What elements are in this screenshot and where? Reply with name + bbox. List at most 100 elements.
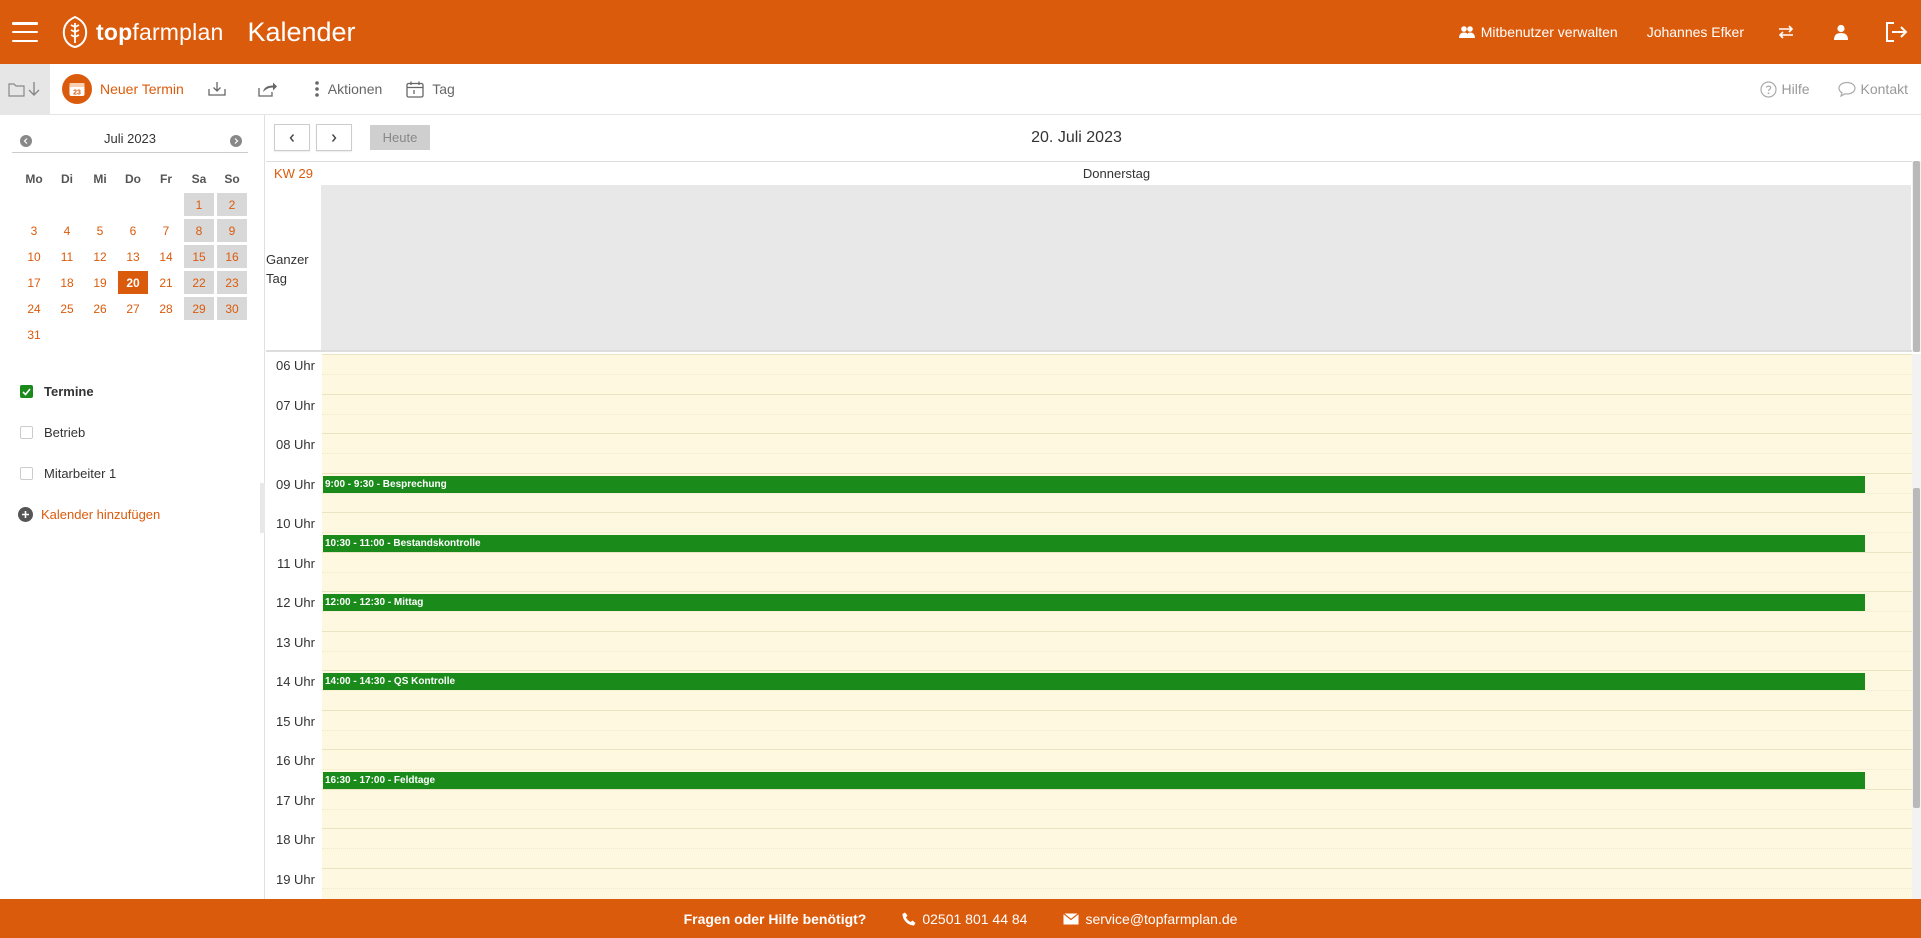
mini-day[interactable]: 9 [217,219,247,242]
view-day-button[interactable]: Tag [406,81,455,98]
checkbox-checked-icon[interactable] [20,385,33,398]
mini-day[interactable]: 27 [118,297,148,320]
mini-day[interactable]: 12 [85,245,115,268]
user-name-link[interactable]: Johannes Efker [1647,24,1744,40]
time-grid-scrollbar[interactable] [1912,354,1921,899]
logo[interactable]: topfarmplan [60,15,223,49]
mini-day[interactable]: 1 [184,193,214,216]
calendar-event[interactable]: 10:30 - 11:00 - Bestandskontrolle [323,534,1865,552]
mini-day[interactable]: 24 [19,297,49,320]
today-button[interactable]: Heute [370,125,430,150]
hour-label: 09 Uhr [275,476,315,492]
mini-day[interactable]: 21 [151,271,181,294]
mini-day[interactable]: 17 [19,271,49,294]
sidebar-resize-handle[interactable] [260,483,265,533]
switch-icon[interactable] [1773,19,1799,45]
calendar-event[interactable]: 12:00 - 12:30 - Mittag [323,594,1865,611]
new-appointment-button[interactable]: 23 Neuer Termin [62,74,184,104]
mini-calendar-title: Juli 2023 [103,131,157,146]
mini-day[interactable]: 8 [184,219,214,242]
hour-cell[interactable] [322,393,1912,433]
mini-day[interactable]: 5 [85,219,115,242]
mini-day-empty [52,193,82,216]
week-number: KW 29 [273,166,313,181]
mini-day[interactable]: 31 [19,323,49,346]
scrollbar-thumb[interactable] [1913,488,1920,808]
calendar-item-mitarbeiter[interactable]: Mitarbeiter 1 [20,453,160,494]
view-label: Tag [432,81,455,97]
hour-cell[interactable] [322,551,1912,591]
mini-weekday: So [224,172,240,186]
user-icon[interactable] [1828,19,1854,45]
day-name: Donnerstag [1082,166,1151,181]
mini-day[interactable]: 13 [118,245,148,268]
mini-day-empty [118,193,148,216]
hour-cell[interactable] [322,828,1912,868]
contact-label: Kontakt [1860,81,1908,97]
actions-menu-button[interactable]: Aktionen [314,80,382,98]
mini-day[interactable]: 15 [184,245,214,268]
mini-day[interactable]: 6 [118,219,148,242]
hour-cell[interactable] [322,630,1912,670]
manage-users-button[interactable]: Mitbenutzer verwalten [1458,24,1618,40]
checkbox-icon[interactable] [20,426,33,439]
folder-download-button[interactable] [0,63,50,115]
import-button[interactable] [208,81,234,97]
all-day-cell[interactable] [321,185,1911,350]
hour-label: 11 Uhr [276,555,315,571]
calendar-add-icon: 23 [62,74,92,104]
checkbox-icon[interactable] [20,467,33,480]
mini-day[interactable]: 29 [184,297,214,320]
mini-day[interactable]: 28 [151,297,181,320]
hour-cell[interactable] [322,867,1912,899]
mini-day[interactable]: 30 [217,297,247,320]
mini-day[interactable]: 18 [52,271,82,294]
calendar-item-label: Mitarbeiter 1 [44,466,117,481]
mini-day[interactable]: 4 [52,219,82,242]
sidebar: Juli 2023 Mo Di Mi Do Fr Sa So 1 2 3 4 5 6 7 8 9 10 11 12… [0,115,265,899]
footer-email-link[interactable]: service@topfarmplan.de [1063,911,1237,927]
mini-day[interactable]: 10 [19,245,49,268]
calendar-item-termine[interactable]: Termine [20,371,160,412]
svg-text:23: 23 [73,90,81,97]
mini-day[interactable]: 11 [52,245,82,268]
mini-day[interactable]: 20 [118,271,148,294]
hour-cell[interactable] [322,709,1912,749]
mini-day[interactable]: 25 [52,297,82,320]
contact-link[interactable]: Kontakt [1837,81,1908,97]
mini-day[interactable]: 3 [19,219,49,242]
mini-day[interactable]: 22 [184,271,214,294]
mini-day[interactable]: 16 [217,245,247,268]
all-day-row: Ganzer Tag [266,185,1912,352]
mini-day[interactable]: 14 [151,245,181,268]
calendar-event[interactable]: 16:30 - 17:00 - Feldtage [323,771,1865,789]
previous-day-button[interactable] [274,124,310,151]
help-label: Hilfe [1781,81,1810,97]
mini-prev-month-icon[interactable] [20,135,32,147]
mini-day[interactable]: 7 [151,219,181,242]
mini-weekday: Mi [93,172,107,186]
hour-cell[interactable] [322,788,1912,828]
menu-icon[interactable] [12,22,38,42]
hour-cell[interactable] [322,354,1912,394]
next-day-button[interactable] [316,124,352,151]
mini-day[interactable]: 26 [85,297,115,320]
hour-label: 13 Uhr [275,634,315,650]
allday-scrollbar[interactable] [1912,161,1921,352]
mini-day[interactable]: 2 [217,193,247,216]
mini-weekday: Sa [191,172,207,186]
share-button[interactable] [258,81,286,97]
footer-phone-link[interactable]: 02501 801 44 84 [902,911,1027,927]
add-calendar-button[interactable]: Kalender hinzufügen [18,494,160,535]
mini-day[interactable]: 19 [85,271,115,294]
help-link[interactable]: Hilfe [1759,80,1810,98]
hour-cell[interactable] [322,433,1912,473]
more-vertical-icon [314,81,319,97]
mini-day[interactable]: 23 [217,271,247,294]
calendar-event[interactable]: 14:00 - 14:30 - QS Kontrolle [323,673,1865,690]
calendar-event[interactable]: 9:00 - 9:30 - Besprechung [323,475,1865,493]
logout-icon[interactable] [1883,19,1909,45]
hour-row: 13 Uhr [266,630,1912,670]
calendar-item-betrieb[interactable]: Betrieb [20,412,160,453]
mini-next-month-icon[interactable] [230,135,242,147]
